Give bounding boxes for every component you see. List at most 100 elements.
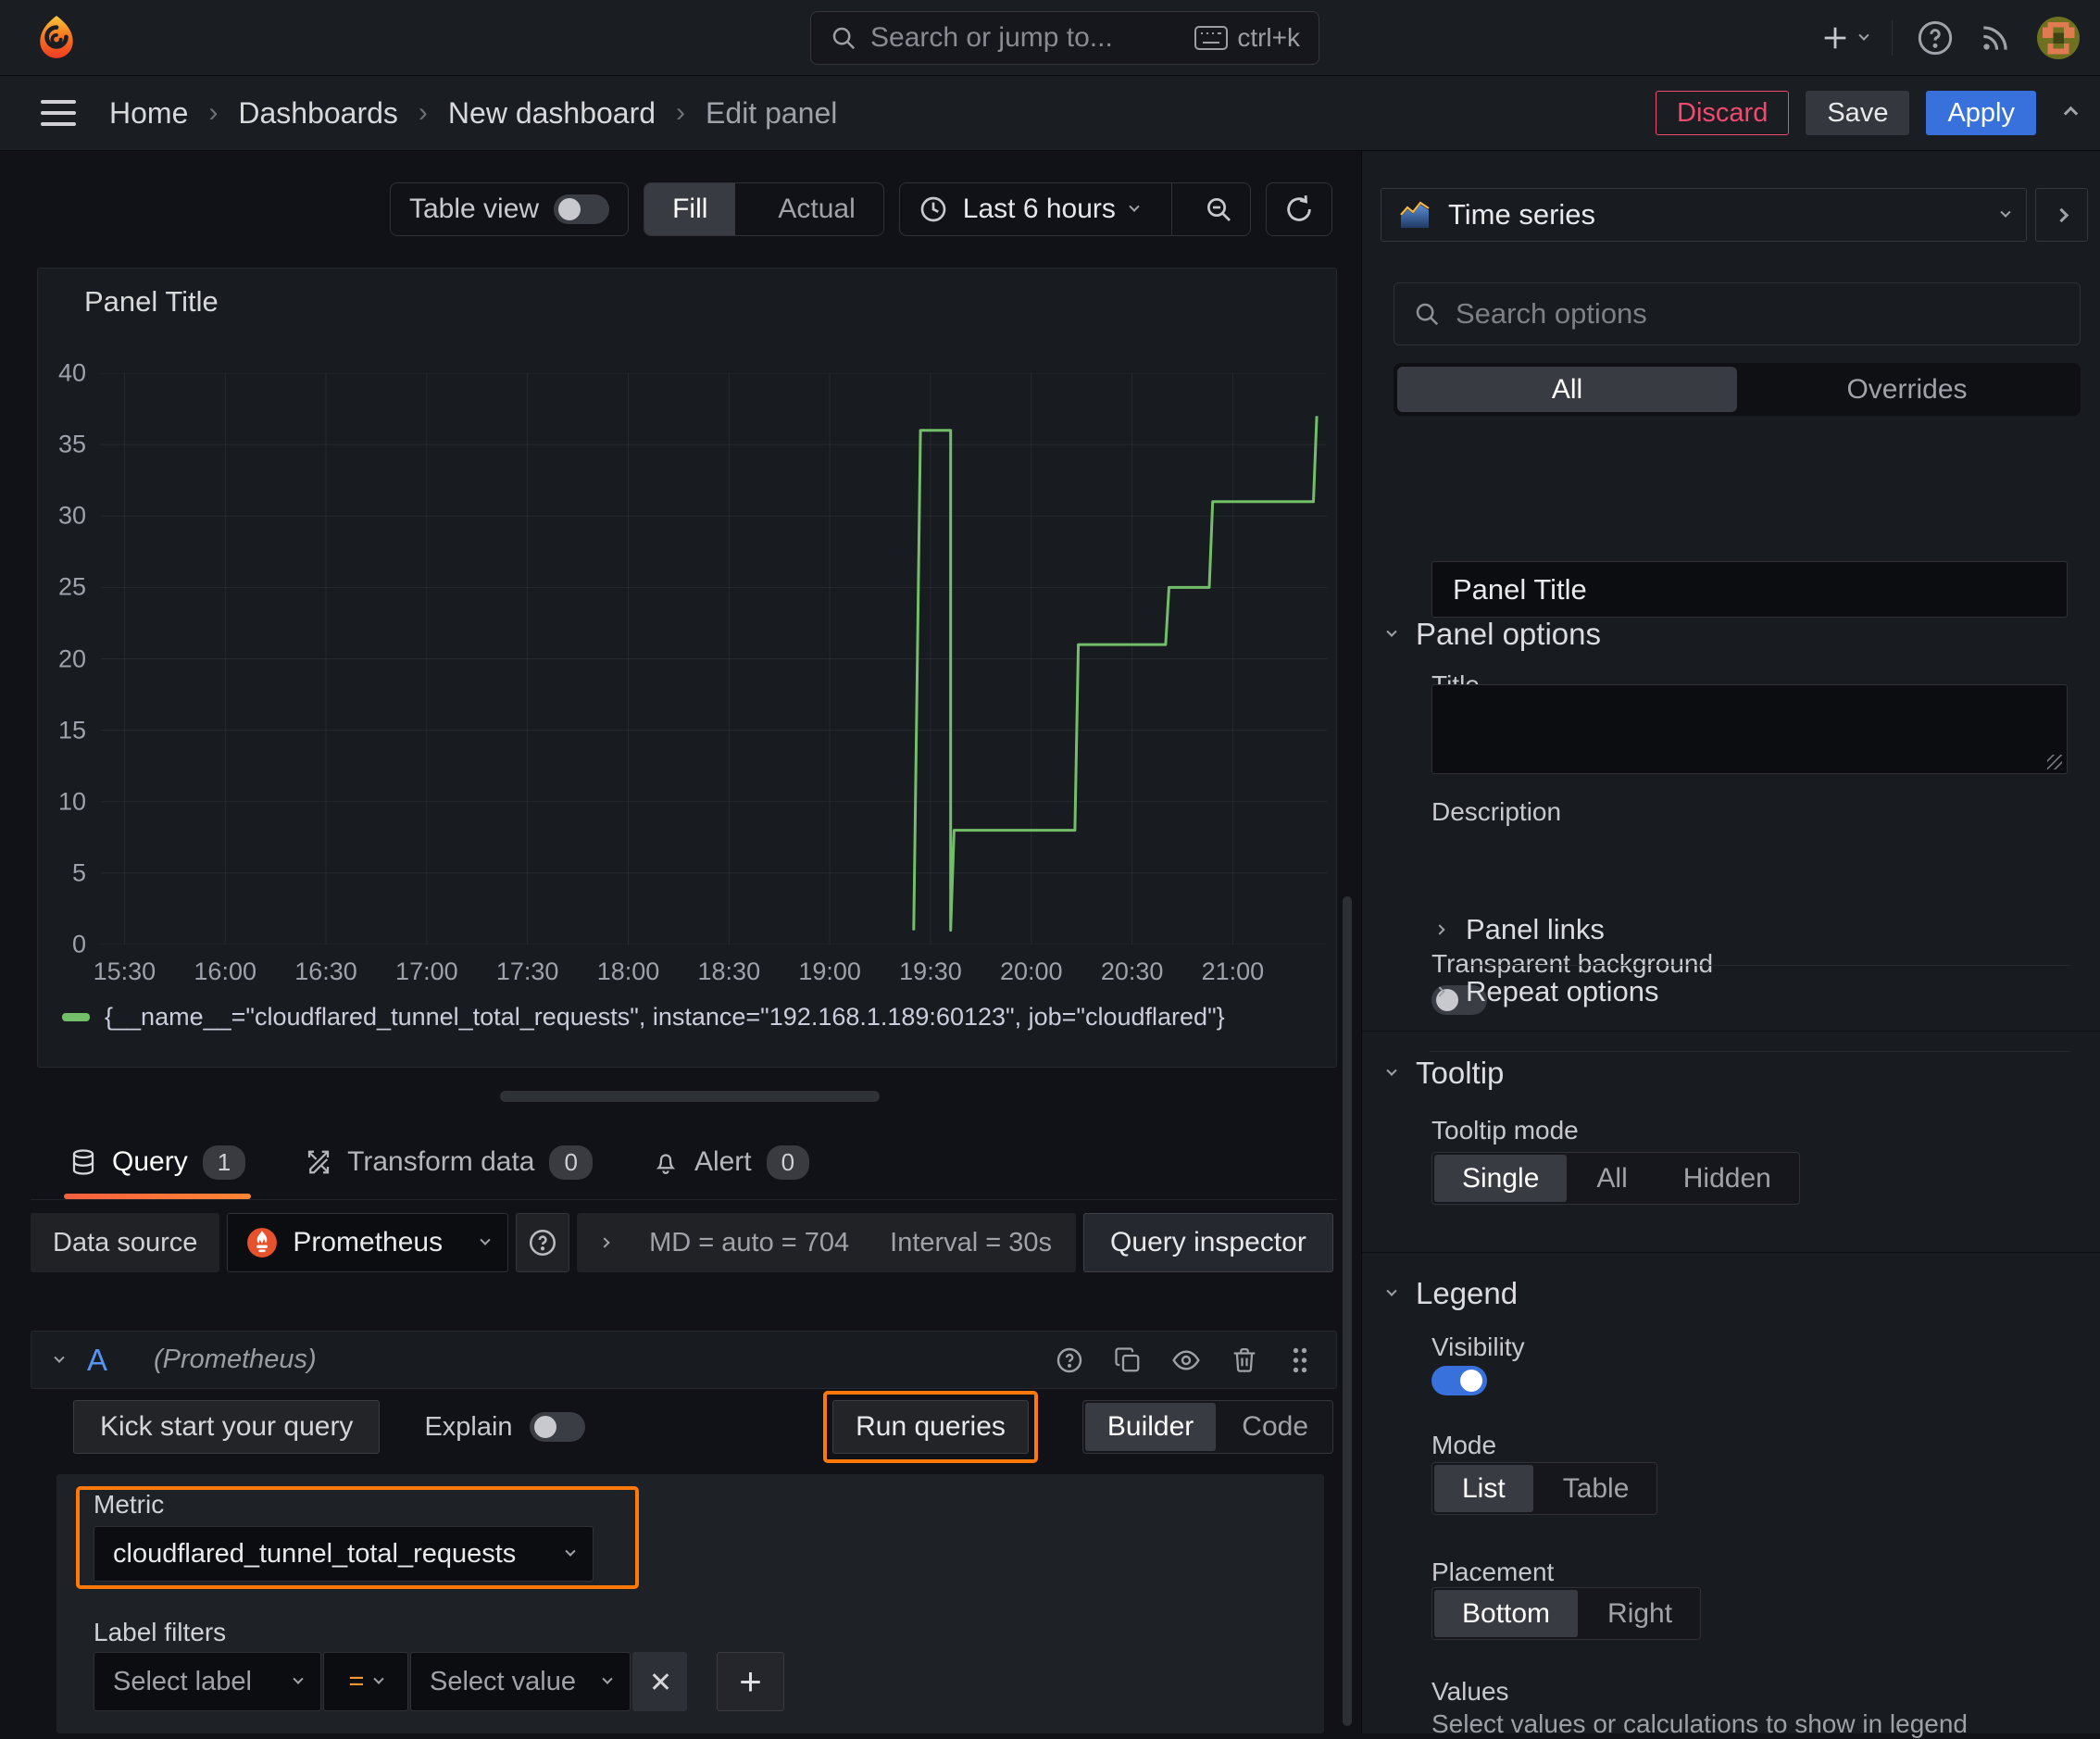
- query-help-icon[interactable]: [1055, 1345, 1084, 1375]
- legend-bottom-option[interactable]: Bottom: [1434, 1590, 1579, 1637]
- code-option[interactable]: Code: [1218, 1401, 1332, 1453]
- legend-placement-group: Bottom Right: [1431, 1587, 1702, 1640]
- add-filter-button[interactable]: +: [717, 1652, 784, 1711]
- tooltip-mode-label: Tooltip mode: [1431, 1116, 1579, 1145]
- tab-alert[interactable]: Alert 0: [646, 1125, 815, 1199]
- discard-button[interactable]: Discard: [1656, 91, 1790, 135]
- query-ref-id: A: [87, 1342, 108, 1377]
- builder-code-switch: Builder Code: [1081, 1400, 1333, 1454]
- fill-option[interactable]: Fill: [644, 183, 736, 235]
- options-sidebar: Time series Search options All Overrides…: [1361, 151, 2100, 1738]
- save-button[interactable]: Save: [1806, 91, 1910, 135]
- visualization-name: Time series: [1448, 198, 1596, 231]
- delete-query-trash-icon[interactable]: [1231, 1346, 1258, 1374]
- breadcrumb-separator: ›: [676, 97, 686, 128]
- datasource-label: Data source: [31, 1213, 220, 1272]
- horizontal-scrollbar[interactable]: [500, 1091, 880, 1102]
- table-view-toggle[interactable]: [554, 194, 610, 224]
- legend-list-option[interactable]: List: [1434, 1465, 1533, 1512]
- description-textarea[interactable]: [1431, 684, 2068, 774]
- chevron-right-icon: [1434, 924, 1445, 935]
- explain-toggle[interactable]: [529, 1412, 585, 1442]
- menu-toggle-icon[interactable]: [41, 100, 76, 126]
- query-row-header[interactable]: A (Prometheus): [31, 1331, 1337, 1389]
- select-value-dropdown[interactable]: Select value: [410, 1652, 631, 1711]
- datasource-help-button[interactable]: [516, 1213, 570, 1272]
- datasource-row: Data source Prometheus MD = auto = 704 I…: [31, 1213, 1333, 1272]
- resize-grip-icon[interactable]: [2047, 755, 2062, 769]
- operator-dropdown[interactable]: =: [323, 1652, 408, 1711]
- chevron-down-icon: [373, 1673, 385, 1684]
- breadcrumb-new-dashboard[interactable]: New dashboard: [448, 96, 656, 131]
- tab-overrides[interactable]: Overrides: [1737, 367, 2077, 412]
- panel-preview: Panel Title 0 5 10 15 20 25 30 35 40 15:30 16:00 1…: [37, 268, 1337, 1068]
- x-axis-labels: 15:30 16:00 16:30 17:00 17:30 18:00 18:30 19:00…: [93, 957, 1265, 985]
- breadcrumb-dashboards[interactable]: Dashboards: [238, 96, 398, 131]
- collapse-up-icon[interactable]: [2063, 106, 2079, 120]
- select-label-dropdown[interactable]: Select label: [94, 1652, 321, 1711]
- search-input[interactable]: Search or jump to... ctrl+k: [810, 11, 1319, 65]
- grafana-logo[interactable]: [33, 14, 80, 62]
- drag-handle-icon[interactable]: [1288, 1346, 1312, 1374]
- legend-values-label: Values: [1431, 1677, 1509, 1706]
- query-inspector-button[interactable]: Query inspector: [1083, 1213, 1333, 1272]
- visualization-picker[interactable]: Time series: [1381, 188, 2027, 242]
- repeat-options-row[interactable]: Repeat options: [1434, 975, 1659, 1008]
- legend-values-description: Select values or calculations to show in…: [1431, 1709, 1969, 1738]
- zoom-out-icon[interactable]: [1187, 194, 1250, 224]
- tab-transform-data[interactable]: Transform data 0: [299, 1125, 598, 1199]
- duplicate-query-icon[interactable]: [1114, 1346, 1142, 1374]
- avatar[interactable]: [2037, 17, 2080, 59]
- tab-all[interactable]: All: [1397, 367, 1737, 412]
- refresh-button[interactable]: [1265, 182, 1332, 236]
- legend-header[interactable]: Legend: [1386, 1276, 1518, 1311]
- collapse-query-icon[interactable]: [54, 1352, 65, 1363]
- panel-links-row[interactable]: Panel links: [1434, 913, 1605, 946]
- actual-option[interactable]: Actual: [750, 183, 882, 235]
- tab-query-label: Query: [112, 1146, 188, 1177]
- legend-table-option[interactable]: Table: [1535, 1463, 1657, 1514]
- kickstart-query-button[interactable]: Kick start your query: [73, 1400, 381, 1454]
- metric-annotation: [76, 1486, 639, 1589]
- datasource-picker[interactable]: Prometheus: [227, 1213, 509, 1272]
- label-filter-row: Select label = Select value +: [94, 1652, 784, 1711]
- close-icon: [650, 1671, 670, 1692]
- time-series-viz-icon: [1398, 198, 1431, 231]
- legend-visibility-toggle[interactable]: [1431, 1366, 1487, 1395]
- query-datasource-hint: (Prometheus): [154, 1345, 317, 1374]
- time-series-chart[interactable]: [101, 372, 1327, 945]
- tooltip-single-option[interactable]: Single: [1434, 1155, 1568, 1202]
- panel-options-header[interactable]: Panel options: [1386, 617, 1601, 652]
- panel-title[interactable]: Panel Title: [84, 285, 219, 319]
- panel-title-input[interactable]: [1431, 561, 2068, 618]
- divider: [1430, 1051, 2070, 1052]
- fill-actual-switch: Fill Actual: [644, 182, 884, 236]
- run-queries-button[interactable]: Run queries: [832, 1400, 1029, 1454]
- shortcut-hint: ctrl+k: [1237, 23, 1300, 52]
- tooltip-hidden-option[interactable]: Hidden: [1656, 1153, 1799, 1204]
- query-options-strip[interactable]: MD = auto = 704 Interval = 30s: [577, 1213, 1077, 1272]
- tooltip-header[interactable]: Tooltip: [1386, 1056, 1504, 1091]
- collapse-options-button[interactable]: [2035, 188, 2088, 242]
- time-range-picker[interactable]: Last 6 hours: [900, 194, 1156, 225]
- add-menu-button[interactable]: [1819, 22, 1869, 54]
- remove-filter-button[interactable]: [632, 1652, 687, 1711]
- series-swatch: [62, 1013, 90, 1021]
- tab-query[interactable]: Query 1: [64, 1125, 252, 1199]
- keyboard-icon: [1194, 26, 1229, 50]
- chevron-down-icon: [480, 1234, 491, 1245]
- apply-button[interactable]: Apply: [1926, 91, 2036, 135]
- breadcrumb-home[interactable]: Home: [109, 96, 188, 131]
- chart-legend[interactable]: {__name__="cloudflared_tunnel_total_requ…: [62, 1003, 1225, 1032]
- legend-right-option[interactable]: Right: [1580, 1588, 1700, 1639]
- panel-toolbar: Table view Fill Actual Last 6 hours: [390, 182, 1332, 236]
- disable-query-eye-icon[interactable]: [1171, 1345, 1201, 1375]
- search-icon: [830, 24, 857, 52]
- vertical-scrollbar[interactable]: [1343, 896, 1352, 1726]
- options-search-input[interactable]: Search options: [1394, 282, 2081, 345]
- builder-option[interactable]: Builder: [1084, 1403, 1217, 1451]
- news-rss-icon[interactable]: [1978, 20, 2013, 56]
- tooltip-all-option[interactable]: All: [1569, 1153, 1655, 1204]
- breadcrumb: Home › Dashboards › New dashboard › Edit…: [109, 96, 837, 131]
- help-icon[interactable]: [1917, 19, 1954, 56]
